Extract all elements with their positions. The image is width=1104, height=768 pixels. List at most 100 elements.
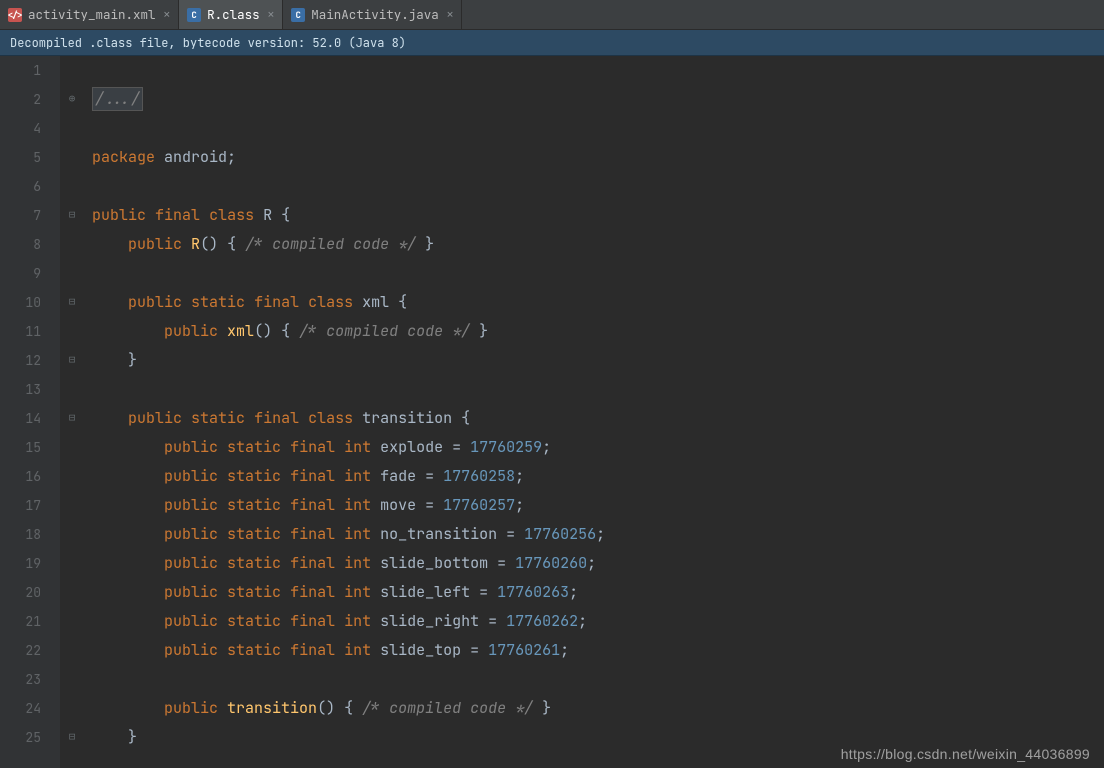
- keyword: public: [164, 553, 218, 573]
- line-number: 13: [0, 375, 41, 404]
- code-line: [92, 172, 1104, 201]
- line-number: 7: [0, 201, 41, 230]
- fold-mark[interactable]: [60, 375, 84, 404]
- line-number: 12: [0, 346, 41, 375]
- fold-mark[interactable]: ⊕: [60, 85, 84, 114]
- close-icon[interactable]: ✕: [268, 8, 275, 22]
- close-icon[interactable]: ✕: [447, 8, 454, 22]
- fold-mark[interactable]: ⊟: [60, 723, 84, 752]
- identifier: android: [155, 147, 227, 167]
- line-number: 14: [0, 404, 41, 433]
- line-number: 18: [0, 520, 41, 549]
- punct: ;: [587, 553, 596, 573]
- class-name: R: [254, 205, 281, 225]
- tab-label: MainActivity.java: [311, 6, 439, 23]
- keyword: public: [164, 321, 218, 341]
- keyword: static: [191, 292, 245, 312]
- keyword: int: [344, 611, 371, 631]
- line-number: 15: [0, 433, 41, 462]
- field-name: move: [371, 495, 416, 515]
- editor[interactable]: 1 2 4 5 6 7 8 9 10 11 12 13 14 15 16 17 …: [0, 56, 1104, 768]
- keyword: public: [128, 234, 182, 254]
- field-name: explode: [371, 437, 443, 457]
- keyword: static: [227, 466, 281, 486]
- code-line: public static final int slide_left = 177…: [92, 578, 1104, 607]
- fold-mark[interactable]: [60, 607, 84, 636]
- tab-activity-main[interactable]: </> activity_main.xml ✕: [0, 0, 179, 29]
- line-number: 2: [0, 85, 41, 114]
- fold-mark[interactable]: [60, 433, 84, 462]
- keyword: public: [164, 524, 218, 544]
- punct: ;: [515, 466, 524, 486]
- fold-mark[interactable]: [60, 578, 84, 607]
- close-icon[interactable]: ✕: [164, 8, 171, 22]
- keyword: final: [290, 524, 335, 544]
- fold-mark[interactable]: [60, 694, 84, 723]
- tab-main-activity[interactable]: C MainActivity.java ✕: [283, 0, 462, 29]
- keyword: final: [290, 640, 335, 660]
- keyword: public: [164, 640, 218, 660]
- keyword: static: [227, 640, 281, 660]
- fold-mark[interactable]: ⊟: [60, 201, 84, 230]
- field-name: slide_top: [371, 640, 461, 660]
- fold-mark[interactable]: [60, 520, 84, 549]
- fold-mark[interactable]: [60, 56, 84, 85]
- field-name: no_transition: [371, 524, 497, 544]
- tab-label: R.class: [207, 6, 260, 23]
- punct: }: [128, 350, 137, 370]
- keyword: static: [227, 495, 281, 515]
- class-name: xml: [353, 292, 398, 312]
- line-number: 4: [0, 114, 41, 143]
- punct: (): [254, 321, 272, 341]
- keyword: final: [290, 495, 335, 515]
- keyword: public: [164, 698, 218, 718]
- code-line: [92, 56, 1104, 85]
- code-line: public static final int explode = 177602…: [92, 433, 1104, 462]
- fold-mark[interactable]: ⊟: [60, 288, 84, 317]
- keyword: final: [290, 611, 335, 631]
- fold-mark[interactable]: [60, 114, 84, 143]
- fold-mark[interactable]: [60, 172, 84, 201]
- number: 17760256: [524, 524, 596, 544]
- fold-mark[interactable]: [60, 259, 84, 288]
- collapsed-region[interactable]: /.../: [92, 87, 143, 111]
- line-number: 6: [0, 172, 41, 201]
- punct: =: [497, 524, 524, 544]
- fold-mark[interactable]: [60, 462, 84, 491]
- fold-mark[interactable]: [60, 491, 84, 520]
- code-line: public static final class transition {: [92, 404, 1104, 433]
- number: 17760259: [470, 437, 542, 457]
- line-number: 24: [0, 694, 41, 723]
- punct: ;: [560, 640, 569, 660]
- punct: }: [128, 727, 137, 747]
- code-area[interactable]: /.../ package android; public final clas…: [84, 56, 1104, 768]
- fold-mark[interactable]: [60, 317, 84, 346]
- keyword: static: [191, 408, 245, 428]
- line-number: 25: [0, 723, 41, 752]
- tab-bar: </> activity_main.xml ✕ C R.class ✕ C Ma…: [0, 0, 1104, 30]
- gutter: 1 2 4 5 6 7 8 9 10 11 12 13 14 15 16 17 …: [0, 56, 60, 768]
- line-number: 17: [0, 491, 41, 520]
- fold-mark[interactable]: [60, 230, 84, 259]
- keyword: int: [344, 437, 371, 457]
- keyword: public: [164, 466, 218, 486]
- keyword: int: [344, 466, 371, 486]
- fold-mark[interactable]: [60, 665, 84, 694]
- number: 17760260: [515, 553, 587, 573]
- fold-mark[interactable]: [60, 549, 84, 578]
- fold-mark[interactable]: [60, 143, 84, 172]
- number: 17760262: [506, 611, 578, 631]
- keyword: public: [164, 495, 218, 515]
- keyword: int: [344, 553, 371, 573]
- keyword: class: [308, 408, 353, 428]
- fold-mark[interactable]: ⊟: [60, 404, 84, 433]
- code-line: public static final int fade = 17760258;: [92, 462, 1104, 491]
- line-number: 16: [0, 462, 41, 491]
- comment: /* compiled code */: [362, 698, 533, 718]
- fold-mark[interactable]: ⊟: [60, 346, 84, 375]
- keyword: int: [344, 495, 371, 515]
- line-number: 20: [0, 578, 41, 607]
- tab-r-class[interactable]: C R.class ✕: [179, 0, 283, 29]
- fold-mark[interactable]: [60, 636, 84, 665]
- keyword: public: [164, 582, 218, 602]
